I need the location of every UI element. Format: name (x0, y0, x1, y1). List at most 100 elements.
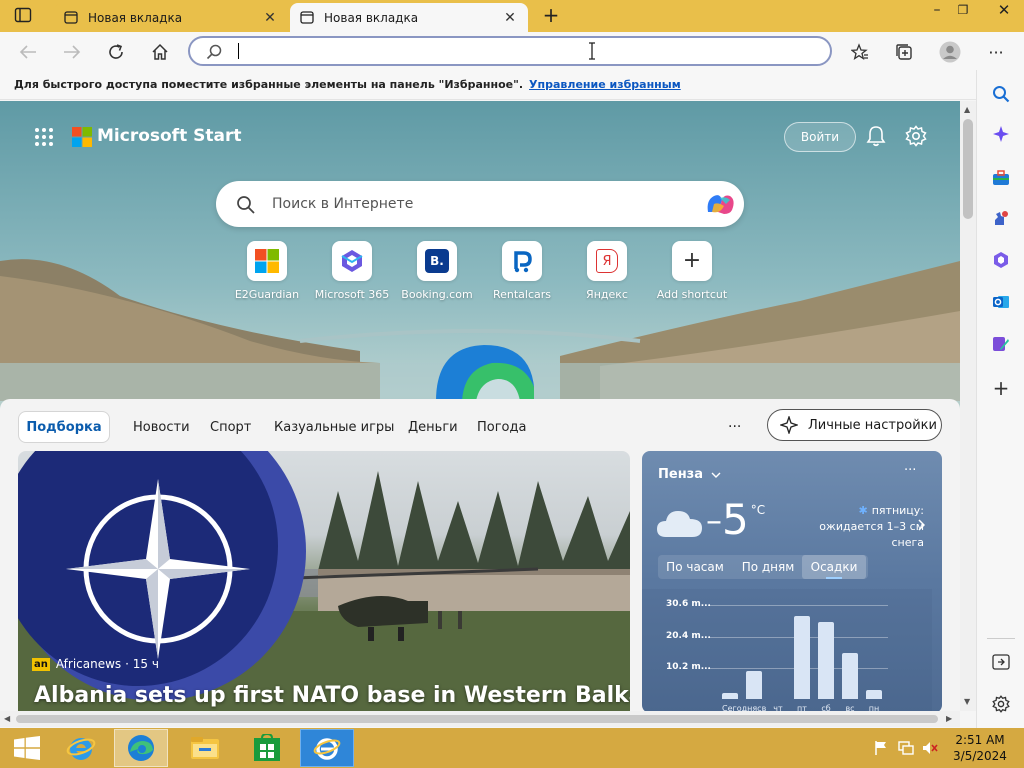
notifications-bell-icon[interactable] (865, 125, 887, 147)
favorites-star-icon[interactable] (848, 40, 872, 64)
tab-new-tab-1[interactable]: Новая вкладка ✕ (54, 3, 288, 32)
shortcut-label: Booking.com (401, 288, 473, 301)
personalize-button[interactable]: Личные настройки (767, 409, 942, 441)
shortcut-yandex[interactable]: Я Яндекс (562, 241, 652, 301)
hero-headline[interactable]: Albania sets up first NATO base in Weste… (34, 683, 630, 708)
close-tab-icon[interactable]: ✕ (262, 10, 278, 26)
feed-tab-podborka[interactable]: Подборка (18, 411, 110, 443)
chart-y-tick-label: 30.6 m... (666, 599, 711, 610)
shortcut-e2guardian[interactable]: E2Guardian (222, 241, 312, 301)
address-bar[interactable] (188, 36, 832, 66)
sidebar-settings-icon[interactable] (989, 692, 1013, 716)
windows-logo-icon (247, 241, 287, 281)
cloud-icon (656, 507, 704, 539)
volume-muted-icon[interactable] (922, 740, 938, 756)
tab-new-tab-2[interactable]: Новая вкладка ✕ (290, 3, 528, 32)
new-tab-plus-icon[interactable]: + (541, 5, 561, 26)
flag-icon[interactable] (874, 740, 888, 756)
feed-tab-news[interactable]: Новости (133, 411, 190, 443)
refresh-icon[interactable] (104, 40, 128, 64)
toolbar: ··· (0, 32, 1024, 70)
outlook-icon[interactable] (989, 290, 1013, 314)
add-sidebar-plus-icon[interactable]: + (989, 376, 1013, 400)
clock-date: 3/5/2024 (953, 749, 1007, 763)
close-tab-icon[interactable]: ✕ (502, 10, 518, 26)
temperature: – 5 °C (706, 499, 765, 541)
tools-briefcase-icon[interactable] (989, 166, 1013, 190)
brand-title: Microsoft Start (97, 126, 242, 146)
forward-icon[interactable] (60, 40, 84, 64)
apps-launcher-icon[interactable] (34, 127, 54, 147)
address-input[interactable] (234, 41, 794, 61)
system-clock[interactable]: 2:51 AM 3/5/2024 (944, 732, 1016, 764)
ie-icon[interactable] (54, 729, 108, 767)
home-icon[interactable] (148, 40, 172, 64)
store-icon[interactable] (240, 729, 294, 767)
start-windows-icon[interactable] (0, 729, 54, 767)
designer-icon[interactable] (989, 332, 1013, 356)
chart-bar (842, 653, 858, 699)
shortcut-booking[interactable]: B. Booking.com (392, 241, 482, 301)
feed-tab-sport[interactable]: Спорт (210, 411, 251, 443)
restore-icon[interactable]: ❐ (948, 0, 978, 22)
signin-button[interactable]: Войти (784, 122, 856, 152)
file-explorer-icon[interactable] (178, 729, 232, 767)
weather-tab-hourly[interactable]: По часам (662, 555, 728, 579)
shortcut-label: Яндекс (586, 288, 628, 301)
network-icon[interactable] (898, 740, 914, 756)
sidebar-collapse-icon[interactable] (989, 650, 1013, 674)
snowflake-icon: ✱ (858, 504, 868, 517)
precipitation-chart: 30.6 m... 20.4 m... 10.2 m... Сегоднясв чт пт… (642, 589, 932, 711)
page-settings-gear-icon[interactable] (905, 125, 927, 147)
feed-tab-money[interactable]: Деньги (408, 411, 458, 443)
profile-avatar-icon[interactable] (938, 40, 962, 64)
weather-card[interactable]: Пенза ··· – 5 °C ✱ пятницу: ожидается 1–… (642, 451, 942, 711)
edge-taskbar-icon[interactable] (114, 729, 168, 767)
feed-tab-casual-games[interactable]: Казуальные игры (274, 411, 394, 443)
hero-news-card[interactable]: an Africanews · 15 ч Albania sets up fir… (18, 451, 630, 711)
hero-source: an Africanews · 15 ч (32, 657, 159, 671)
back-icon[interactable] (16, 40, 40, 64)
forecast-note[interactable]: ✱ пятницу: ожидается 1–3 см снега (802, 503, 924, 551)
copilot-icon[interactable] (704, 192, 736, 216)
scroll-up-icon[interactable]: ▲ (964, 105, 970, 114)
collections-icon[interactable] (892, 40, 916, 64)
chart-bar (866, 689, 882, 699)
games-icon[interactable] (989, 206, 1013, 230)
add-shortcut-button[interactable]: + Add shortcut (647, 241, 737, 301)
scroll-thumb[interactable] (16, 715, 938, 723)
web-search-input[interactable] (272, 194, 672, 214)
scroll-right-icon[interactable]: ▶ (946, 714, 952, 723)
horizontal-scrollbar[interactable]: ◀ ▶ (0, 711, 960, 727)
chart-bar (746, 671, 762, 699)
article-age: · 15 ч (125, 657, 159, 671)
chart-y-tick-label: 20.4 m... (666, 630, 711, 641)
scroll-left-icon[interactable]: ◀ (4, 714, 10, 723)
scroll-thumb[interactable] (963, 119, 973, 219)
feed-tab-weather[interactable]: Погода (477, 411, 526, 443)
vertical-scrollbar[interactable]: ▲ ▼ (960, 101, 976, 711)
weather-more-button[interactable]: ··· (904, 463, 916, 478)
settings-more-icon[interactable]: ··· (984, 40, 1008, 64)
rentalcars-icon (502, 241, 542, 281)
web-search-box[interactable] (216, 181, 744, 227)
close-window-icon[interactable]: ✕ (984, 0, 1024, 22)
copilot-sparkle-icon[interactable] (989, 122, 1013, 146)
chevron-right-icon[interactable] (918, 519, 925, 531)
weather-tab-precipitation[interactable]: Осадки (802, 555, 866, 579)
more-tabs-button[interactable]: ··· (728, 411, 741, 443)
tab-actions-icon[interactable] (14, 7, 34, 25)
shortcut-microsoft-365[interactable]: Microsoft 365 (307, 241, 397, 301)
scroll-down-icon[interactable]: ▼ (964, 697, 970, 706)
microsoft-logo-icon (72, 127, 92, 147)
weather-city[interactable]: Пенза (658, 467, 721, 482)
m365-sidebar-icon[interactable] (989, 248, 1013, 272)
sidebar-search-icon[interactable] (989, 82, 1013, 106)
forecast-line-2: ожидается 1–3 см (819, 520, 924, 533)
weather-tab-daily[interactable]: По дням (738, 555, 798, 579)
manage-favorites-link[interactable]: Управление избранным (529, 78, 681, 91)
ie-app-icon[interactable] (300, 729, 354, 767)
shortcut-label: Microsoft 365 (314, 288, 390, 301)
shortcut-rentalcars[interactable]: Rentalcars (477, 241, 567, 301)
chart-y-tick-label: 10.2 m... (666, 661, 711, 672)
